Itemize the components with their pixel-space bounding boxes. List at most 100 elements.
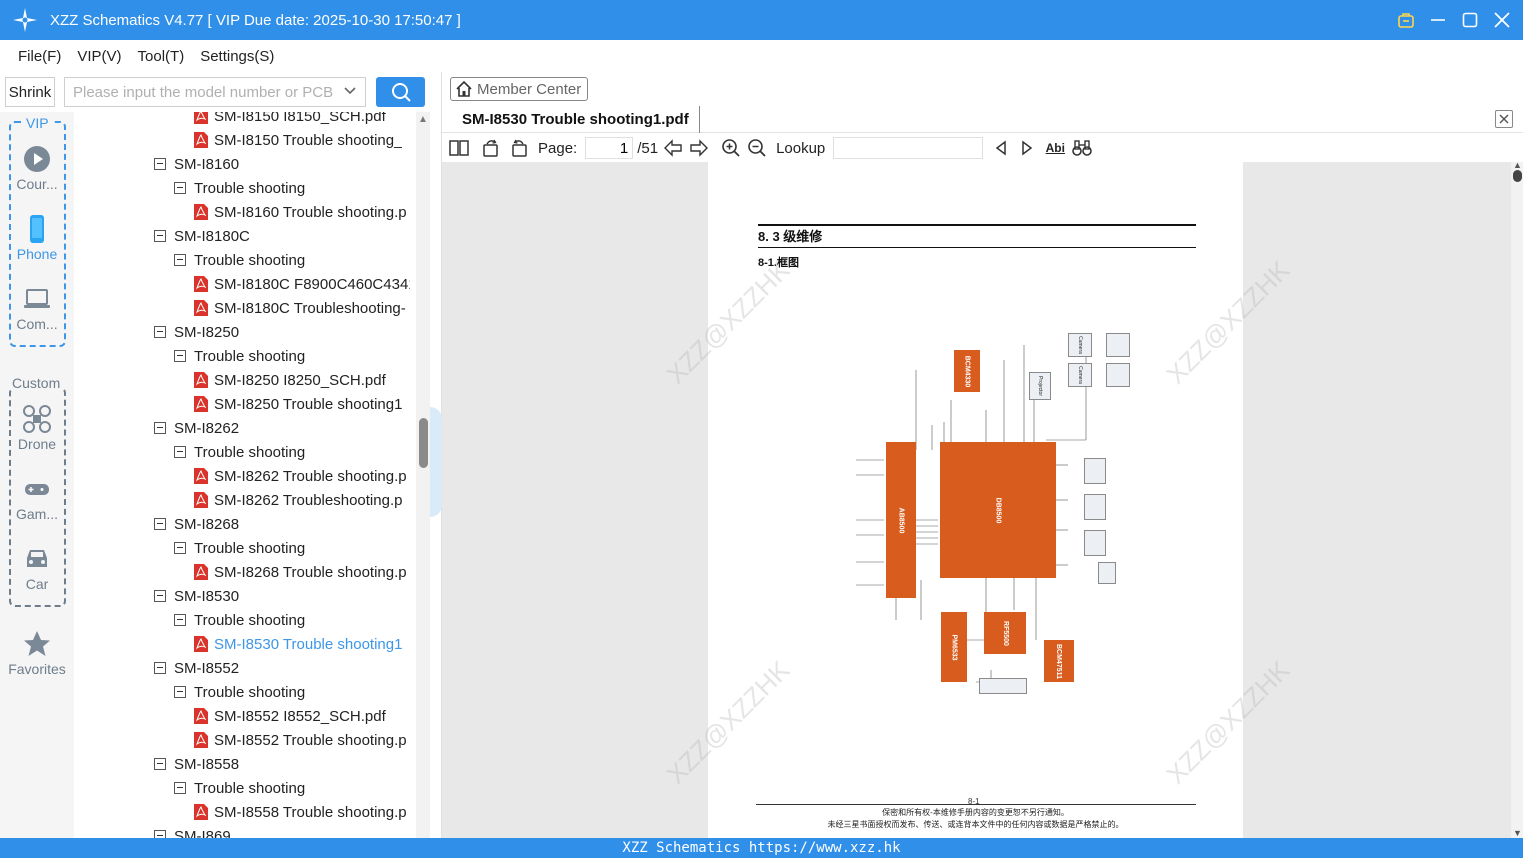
find-next-button[interactable] bbox=[1017, 137, 1037, 159]
scroll-up-icon[interactable]: ▲ bbox=[418, 114, 428, 125]
pdf-file-item[interactable]: SM-I8262 Troubleshooting.p bbox=[194, 488, 402, 512]
lookup-input[interactable] bbox=[833, 137, 984, 159]
zoom-in-button[interactable] bbox=[720, 137, 742, 159]
tree-item-label: SM-I8262 Trouble shooting.p bbox=[214, 467, 407, 485]
pdf-file-item[interactable]: SM-I8552 Trouble shooting.p bbox=[194, 728, 407, 752]
tree-folder-item[interactable]: Trouble shooting bbox=[174, 536, 305, 560]
tree-folder-item[interactable]: Trouble shooting bbox=[174, 176, 305, 200]
tree-folder-item[interactable]: Trouble shooting bbox=[174, 680, 305, 704]
pdf-file-item[interactable]: SM-I8160 Trouble shooting.p bbox=[194, 200, 407, 224]
scroll-thumb[interactable] bbox=[419, 418, 428, 468]
previous-page-button[interactable] bbox=[662, 137, 684, 159]
collapse-toggle-icon[interactable] bbox=[174, 542, 186, 554]
menu-file[interactable]: File(F) bbox=[10, 48, 69, 65]
pdf-icon bbox=[194, 132, 208, 148]
maximize-button[interactable] bbox=[1461, 11, 1479, 29]
close-button[interactable] bbox=[1493, 11, 1511, 29]
pdf-file-item[interactable]: SM-I8250 Trouble shooting1 bbox=[194, 392, 402, 416]
pdf-viewer[interactable]: 8. 3 级维修 8-1.框图 XZZ@XZZHK XZZ@XZZHK XZZ@… bbox=[442, 162, 1523, 838]
next-page-button[interactable] bbox=[688, 137, 710, 159]
close-tab-button[interactable] bbox=[1495, 110, 1513, 128]
pdf-file-item[interactable]: SM-I8530 Trouble shooting1 bbox=[194, 632, 402, 656]
category-favorites[interactable]: Favorites bbox=[0, 629, 74, 677]
bag-icon[interactable] bbox=[1397, 11, 1415, 29]
viewer-scrollbar[interactable]: ▲ ▼ bbox=[1511, 162, 1523, 838]
menu-tool[interactable]: Tool(T) bbox=[130, 48, 193, 65]
play-icon bbox=[24, 146, 50, 172]
shrink-button[interactable]: Shrink bbox=[5, 77, 55, 107]
category-computer[interactable]: Com... bbox=[0, 284, 74, 332]
collapse-handle[interactable] bbox=[430, 407, 442, 517]
zoom-out-button[interactable] bbox=[746, 137, 768, 159]
rotate-left-button[interactable] bbox=[480, 137, 502, 159]
tree-folder-item[interactable]: Trouble shooting bbox=[174, 440, 305, 464]
category-phone[interactable]: Phone bbox=[0, 214, 74, 262]
collapse-toggle-icon[interactable] bbox=[174, 614, 186, 626]
category-games[interactable]: Gam... bbox=[0, 474, 74, 522]
panel-splitter[interactable] bbox=[430, 72, 442, 838]
document-tab[interactable]: SM-I8530 Trouble shooting1.pdf bbox=[452, 106, 700, 133]
search-button[interactable] bbox=[376, 77, 425, 107]
rotate-right-button[interactable] bbox=[508, 137, 530, 159]
two-page-button[interactable] bbox=[448, 137, 470, 159]
member-center-button[interactable]: Member Center bbox=[450, 77, 588, 101]
tree-folder-item[interactable]: Trouble shooting bbox=[174, 344, 305, 368]
scroll-up-icon[interactable]: ▲ bbox=[1513, 162, 1522, 170]
home-icon bbox=[456, 80, 472, 97]
pdf-file-item[interactable]: SM-I8150 I8150_SCH.pdf bbox=[194, 112, 386, 128]
pdf-file-item[interactable]: SM-I8262 Trouble shooting.p bbox=[194, 464, 407, 488]
tree-folder-item[interactable]: SM-I8552 bbox=[154, 656, 239, 680]
scroll-thumb[interactable] bbox=[1513, 170, 1522, 182]
collapse-toggle-icon[interactable] bbox=[174, 782, 186, 794]
tree-folder-item[interactable]: SM-I8180C bbox=[154, 224, 250, 248]
tree-folder-item[interactable]: Trouble shooting bbox=[174, 776, 305, 800]
collapse-toggle-icon[interactable] bbox=[154, 662, 166, 674]
collapse-toggle-icon[interactable] bbox=[174, 686, 186, 698]
tree-folder-item[interactable]: Trouble shooting bbox=[174, 248, 305, 272]
pdf-file-item[interactable]: SM-I8150 Trouble shooting_ bbox=[194, 128, 402, 152]
find-previous-button[interactable] bbox=[991, 137, 1011, 159]
tree-folder-item[interactable]: SM-I869 bbox=[154, 824, 231, 838]
tree-folder-item[interactable]: SM-I8558 bbox=[154, 752, 239, 776]
tree-folder-item[interactable]: SM-I8250 bbox=[154, 320, 239, 344]
collapse-toggle-icon[interactable] bbox=[174, 182, 186, 194]
collapse-toggle-icon[interactable] bbox=[174, 254, 186, 266]
menu-settings[interactable]: Settings(S) bbox=[192, 48, 282, 65]
tree-folder-item[interactable]: SM-I8262 bbox=[154, 416, 239, 440]
collapse-toggle-icon[interactable] bbox=[154, 830, 166, 838]
collapse-toggle-icon[interactable] bbox=[154, 158, 166, 170]
pdf-icon bbox=[194, 804, 208, 820]
collapse-toggle-icon[interactable] bbox=[154, 758, 166, 770]
pdf-file-item[interactable]: SM-I8180C F8900C460C4341 bbox=[194, 272, 410, 296]
collapse-toggle-icon[interactable] bbox=[174, 446, 186, 458]
match-case-button[interactable]: Abi bbox=[1043, 137, 1067, 159]
minimize-button[interactable] bbox=[1429, 11, 1447, 29]
pdf-file-item[interactable]: SM-I8250 I8250_SCH.pdf bbox=[194, 368, 386, 392]
collapse-toggle-icon[interactable] bbox=[154, 422, 166, 434]
category-car[interactable]: Car bbox=[0, 544, 74, 592]
tree-folder-item[interactable]: SM-I8530 bbox=[154, 584, 239, 608]
page-number-input[interactable] bbox=[585, 137, 634, 159]
collapse-toggle-icon[interactable] bbox=[154, 230, 166, 242]
scroll-down-icon[interactable]: ▼ bbox=[1513, 828, 1522, 838]
collapse-toggle-icon[interactable] bbox=[154, 326, 166, 338]
category-courses[interactable]: Cour... bbox=[0, 144, 74, 192]
pdf-file-item[interactable]: SM-I8180C Troubleshooting- bbox=[194, 296, 406, 320]
tree-folder-item[interactable]: Trouble shooting bbox=[174, 608, 305, 632]
tree-folder-item[interactable]: SM-I8268 bbox=[154, 512, 239, 536]
tree-scrollbar[interactable]: ▲ bbox=[416, 112, 430, 838]
pdf-file-item[interactable]: SM-I8558 Trouble shooting.p bbox=[194, 800, 407, 824]
collapse-toggle-icon[interactable] bbox=[154, 518, 166, 530]
menu-vip[interactable]: VIP(V) bbox=[69, 48, 129, 65]
chevron-down-icon[interactable] bbox=[343, 84, 357, 98]
tree-item-label: Trouble shooting bbox=[194, 683, 306, 701]
search-combobox[interactable] bbox=[64, 77, 366, 107]
search-input[interactable] bbox=[65, 78, 335, 106]
tree-folder-item[interactable]: SM-I8160 bbox=[154, 152, 239, 176]
find-all-button[interactable] bbox=[1071, 137, 1093, 159]
collapse-toggle-icon[interactable] bbox=[154, 590, 166, 602]
pdf-file-item[interactable]: SM-I8268 Trouble shooting.p bbox=[194, 560, 407, 584]
collapse-toggle-icon[interactable] bbox=[174, 350, 186, 362]
pdf-file-item[interactable]: SM-I8552 I8552_SCH.pdf bbox=[194, 704, 386, 728]
category-drone[interactable]: Drone bbox=[0, 404, 74, 452]
